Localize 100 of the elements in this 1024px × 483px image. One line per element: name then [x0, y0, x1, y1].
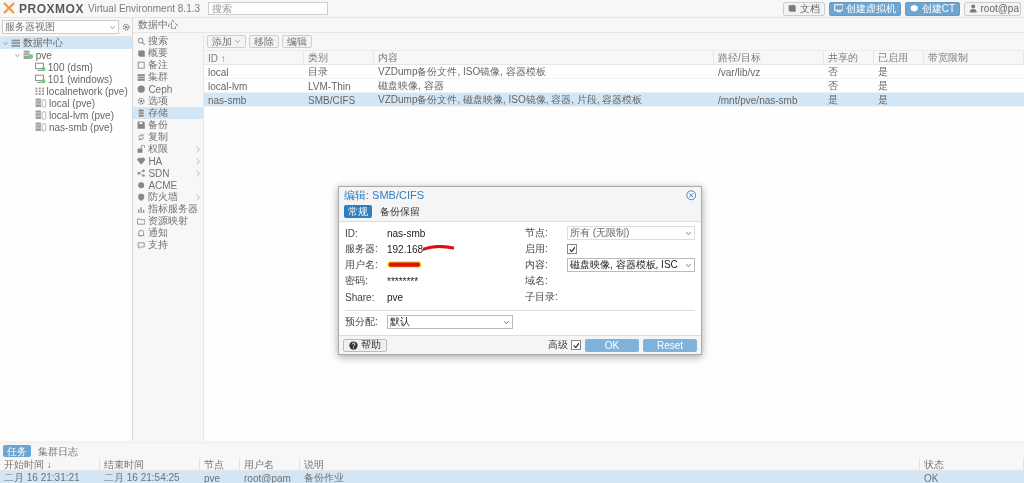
- column-header[interactable]: 已启用: [874, 51, 924, 65]
- tree-item[interactable]: 100 (dsm): [0, 61, 132, 73]
- table-cell: local: [208, 66, 229, 78]
- dialog-tab[interactable]: 备份保留: [376, 205, 424, 218]
- docs-button[interactable]: 文档: [783, 1, 825, 16]
- user-icon: [969, 4, 978, 13]
- redaction-mark: [423, 245, 455, 253]
- table-cell: 目录: [308, 65, 328, 79]
- table-cell: local-lvm: [208, 80, 248, 92]
- menu-item[interactable]: HA: [133, 155, 203, 167]
- column-header[interactable]: ID ↑: [204, 51, 304, 65]
- help-icon: [349, 340, 358, 350]
- toolbar-button[interactable]: 编辑: [282, 35, 312, 48]
- sync-icon: [137, 132, 146, 142]
- menu-item[interactable]: 集群: [133, 71, 203, 83]
- table-cell: 否: [828, 65, 838, 79]
- menu-item[interactable]: 资源映射: [133, 215, 203, 227]
- search-field[interactable]: 搜索: [208, 2, 329, 15]
- unlock-icon: [137, 144, 146, 154]
- folder-icon: [137, 216, 146, 226]
- server-icon: [137, 72, 146, 82]
- view-select-value: 服务器视图: [5, 20, 55, 34]
- tree-item[interactable]: local-lvm (pve): [0, 109, 132, 121]
- table-row[interactable]: local 目录 VZDump备份文件, ISO镜像, 容器模板 /var/lib/vz 否 是: [204, 65, 1024, 79]
- column-header[interactable]: 类别: [304, 51, 374, 65]
- table-cell: 是: [878, 79, 888, 93]
- column-header[interactable]: 带宽限制: [924, 51, 1024, 65]
- tree-item[interactable]: local (pve): [0, 97, 132, 109]
- table-cell: 是: [828, 93, 838, 107]
- menu-item[interactable]: SDN: [133, 167, 203, 179]
- table-cell: nas-smb: [208, 94, 247, 106]
- field-label: 节点:: [525, 226, 549, 240]
- share-icon: [137, 168, 146, 178]
- table-row[interactable]: nas-smb SMB/CIFS VZDump备份文件, 磁盘映像, ISO镜像, 容器, 片段, 容器模板 /mnt/pve/nas-smb 是 是: [204, 93, 1024, 107]
- menu-item[interactable]: 选项: [133, 95, 203, 107]
- user-menu-button[interactable]: root@pa: [964, 1, 1021, 16]
- view-select[interactable]: 服务器视图: [2, 20, 119, 34]
- table-cell: /var/lib/vz: [718, 66, 761, 78]
- server-status-icon: [23, 50, 34, 60]
- tree-item[interactable]: nas-smb (pve): [0, 121, 132, 133]
- menu-item[interactable]: 备注: [133, 59, 203, 71]
- search-icon: [137, 36, 146, 46]
- redaction-mark: [387, 261, 422, 269]
- menu-item[interactable]: 防火墙: [133, 191, 203, 203]
- create-ct-button[interactable]: 创建CT: [905, 1, 961, 16]
- table-cell: 二月 16 21:54:25: [104, 471, 180, 483]
- field-value: nas-smb: [387, 227, 426, 239]
- menu-item[interactable]: 备份: [133, 119, 203, 131]
- bar-chart-icon: [137, 204, 146, 214]
- field-label: 域名:: [525, 274, 549, 288]
- menu-item[interactable]: Ceph: [133, 83, 203, 95]
- menu-item[interactable]: 权限: [133, 143, 203, 155]
- table-cell: 是: [878, 65, 888, 79]
- database-icon: [137, 108, 146, 118]
- tree-item[interactable]: localnetwork (pve): [0, 85, 132, 97]
- panel-tab[interactable]: 任务: [3, 445, 31, 457]
- logo-text: PROXMOX: [19, 1, 84, 16]
- storage-icon: [35, 122, 47, 132]
- caret-icon: [503, 318, 510, 326]
- table-cell: 是: [878, 93, 888, 107]
- help-button[interactable]: 帮助: [343, 338, 387, 352]
- caret-icon: [108, 23, 116, 31]
- table-cell: VZDump备份文件, ISO镜像, 容器模板: [378, 65, 546, 79]
- menu-item[interactable]: 搜索: [133, 35, 203, 47]
- checkbox[interactable]: [571, 340, 581, 350]
- column-header[interactable]: 共享的: [824, 51, 874, 65]
- menu-item[interactable]: 复制: [133, 131, 203, 143]
- field-label: 内容:: [525, 258, 549, 272]
- column-header[interactable]: 内容: [374, 51, 714, 65]
- storage-icon: [35, 110, 47, 120]
- monitor-status-icon: [35, 62, 46, 72]
- monitor-status-icon: [35, 74, 46, 84]
- menu-item[interactable]: 存储: [133, 107, 203, 119]
- tree-item[interactable]: 数据中心: [0, 37, 132, 49]
- panel-title: 数据中心: [133, 18, 1024, 33]
- menu-item[interactable]: 通知: [133, 227, 203, 239]
- table-cell: LVM-Thin: [308, 80, 351, 92]
- field-value: ********: [387, 275, 419, 287]
- tree-item[interactable]: 101 (windows): [0, 73, 132, 85]
- select-field[interactable]: 磁盘映像, 容器模板, ISC: [567, 258, 695, 272]
- tree-item[interactable]: pve: [0, 49, 132, 61]
- column-header[interactable]: 路径/目标: [714, 51, 824, 65]
- field-label: 子目录:: [525, 290, 559, 304]
- toolbar-button[interactable]: 添加: [207, 35, 246, 48]
- table-row[interactable]: 二月 16 21:31:21 二月 16 21:54:25 pve root@pam 备份作业 OK: [0, 471, 1024, 483]
- create-vm-button[interactable]: 创建虚拟机: [828, 1, 902, 16]
- field-label: 用户名:: [345, 258, 379, 272]
- panel-tab[interactable]: 集群日志: [34, 445, 82, 457]
- dialog-tab[interactable]: 常规: [344, 205, 372, 218]
- menu-item[interactable]: 支持: [133, 239, 203, 251]
- select-field[interactable]: 默认: [387, 315, 513, 329]
- floppy-icon: [137, 120, 146, 130]
- table-cell: VZDump备份文件, 磁盘映像, ISO镜像, 容器, 片段, 容器模板: [378, 93, 643, 107]
- checkbox[interactable]: [567, 244, 577, 254]
- menu-item[interactable]: ACME: [133, 179, 203, 191]
- menu-item[interactable]: 指标服务器: [133, 203, 203, 215]
- close-icon[interactable]: [685, 190, 696, 201]
- toolbar-button[interactable]: 移除: [249, 35, 279, 48]
- heartbeat-icon: [137, 156, 146, 166]
- menu-item[interactable]: 概要: [133, 47, 203, 59]
